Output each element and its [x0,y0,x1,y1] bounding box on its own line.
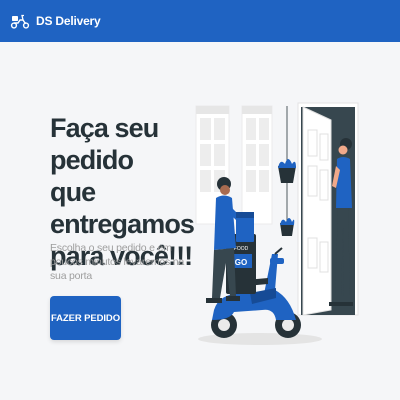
hanging-plant [278,106,296,236]
hero-subtitle: Escolha o seu pedido e em poucos minutos… [50,242,185,282]
order-button[interactable]: FAZER PEDIDO [50,296,121,340]
brand-title: DS Delivery [36,14,101,28]
delivery-illustration: FOOD GO [195,102,359,345]
window-right [241,105,273,225]
brand-link[interactable]: DS Delivery [10,13,101,29]
bag-label-top: FOOD [234,246,249,252]
scooter-icon [10,14,30,29]
bag-label-bottom: GO [235,258,247,267]
navbar: DS Delivery [0,0,400,42]
